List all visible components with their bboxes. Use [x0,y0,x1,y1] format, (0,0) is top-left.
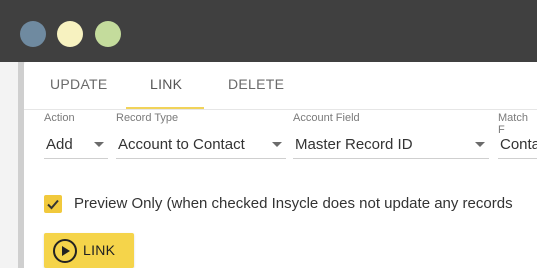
tab-link[interactable]: LINK [150,76,182,92]
action-select[interactable]: Add [44,130,108,159]
account-field-select[interactable]: Master Record ID [293,130,489,159]
action-label: Action [44,112,75,124]
app-window: UPDATE LINK DELETE Action Record Type Ac… [0,0,537,268]
account-field-label: Account Field [293,112,360,124]
action-value: Add [46,136,73,153]
link-button-label: LINK [83,242,116,258]
chevron-down-icon [272,142,282,147]
close-dot[interactable] [20,21,46,47]
chevron-down-icon [475,142,485,147]
play-circle-icon [53,239,77,263]
record-type-label: Record Type [116,112,179,124]
maximize-dot[interactable] [95,21,121,47]
chevron-down-icon [94,142,104,147]
match-field-value: Conta [500,136,537,153]
account-field-value: Master Record ID [295,136,413,153]
link-panel: UPDATE LINK DELETE Action Record Type Ac… [24,62,537,268]
checkmark-icon [47,199,59,210]
tab-bar: UPDATE LINK DELETE [24,62,537,110]
record-type-select[interactable]: Account to Contact [116,130,286,159]
preview-only-label: Preview Only (when checked Insycle does … [74,195,513,212]
link-button[interactable]: LINK [44,233,134,268]
tab-update[interactable]: UPDATE [50,76,108,92]
match-field-select[interactable]: Conta [498,130,537,159]
title-bar [0,0,537,62]
preview-only-checkbox[interactable] [44,195,62,213]
tab-divider [24,109,537,110]
tab-delete[interactable]: DELETE [228,76,284,92]
minimize-dot[interactable] [57,21,83,47]
record-type-value: Account to Contact [118,136,245,153]
